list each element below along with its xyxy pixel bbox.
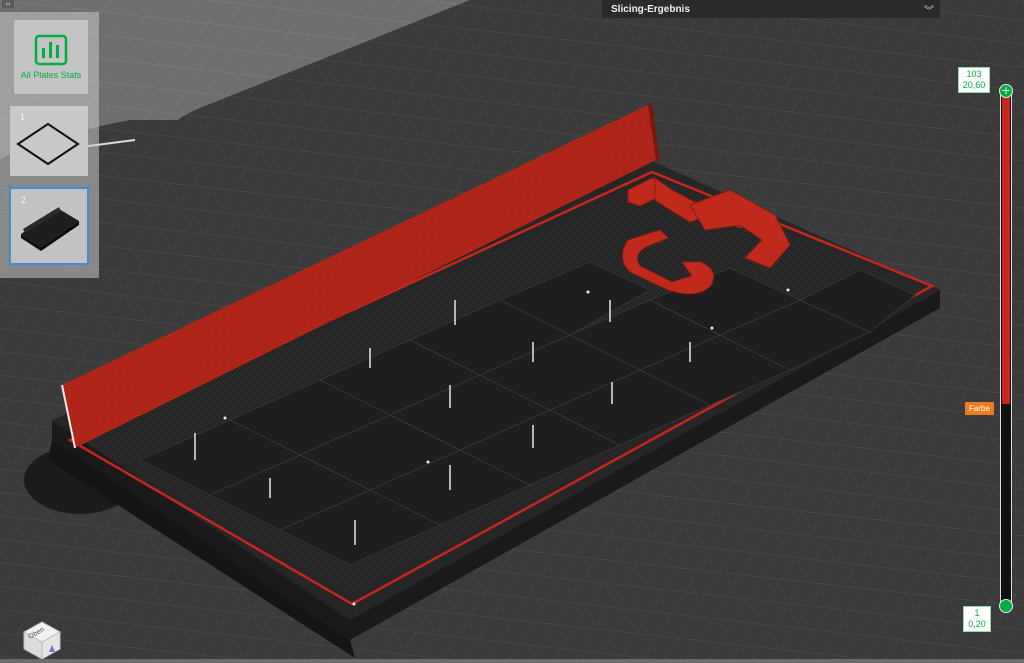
collapse-icon[interactable]: ‹› [2, 0, 14, 8]
3d-viewport[interactable] [0, 0, 1024, 659]
slicing-result-title: Slicing-Ergebnis [611, 3, 690, 15]
bottom-layer-number: 1 [974, 608, 980, 618]
all-plates-stats-label: All Plates Stats [20, 70, 82, 80]
bottom-layer-height: 0,20 [968, 619, 986, 629]
plate-thumbnail-1[interactable]: 1 [10, 106, 88, 176]
top-layer-label: 103 20,60 [958, 67, 990, 93]
plates-panel: All Plates Stats 1 2 [0, 12, 99, 278]
double-chevron-down-icon[interactable]: ︾ [924, 2, 934, 17]
empty-plate-icon [16, 122, 80, 166]
cube-icon [22, 621, 62, 660]
slicing-result-header[interactable]: Slicing-Ergebnis ︾ [602, 0, 940, 18]
model-preview-icon [21, 207, 79, 251]
view-cube[interactable]: Oben [16, 618, 64, 660]
all-plates-stats-button[interactable]: All Plates Stats [14, 20, 88, 94]
bottom-layer-label: 1 0,20 [963, 606, 991, 632]
top-layer-number: 103 [966, 69, 982, 79]
color-change-badge[interactable]: Farbe [965, 402, 994, 415]
layer-slider-range [1002, 92, 1010, 404]
top-layer-height: 20,60 [962, 80, 986, 90]
plate-thumbnail-2[interactable]: 2 [9, 187, 89, 265]
bottom-layer-handle[interactable] [999, 599, 1013, 613]
bar-chart-icon [34, 34, 68, 66]
top-layer-handle-plus-icon[interactable]: + [999, 84, 1013, 98]
